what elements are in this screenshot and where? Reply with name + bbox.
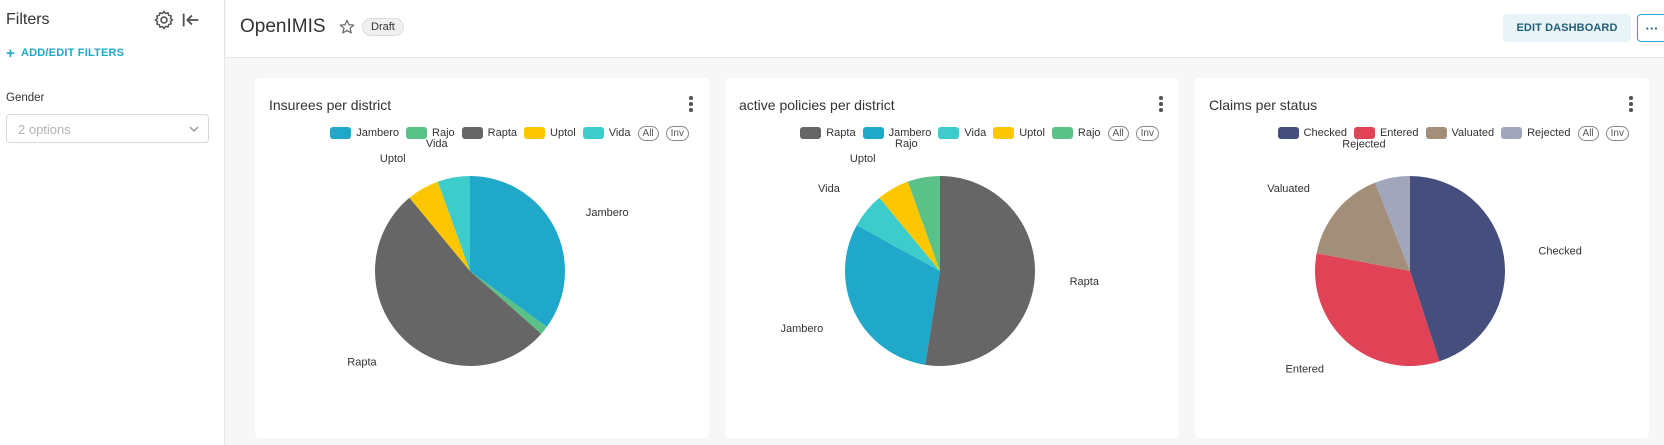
dashboard-header: OpenIMIS Draft EDIT DASHBOARD ···: [226, 0, 1664, 58]
dashboard-title: OpenIMIS: [240, 16, 326, 37]
pie-label-vida: Vida: [818, 183, 841, 195]
filter-sidebar: Filters + ADD/EDIT FILTERS Gender 2 opti…: [0, 0, 225, 445]
add-edit-filters-button[interactable]: + ADD/EDIT FILTERS: [6, 44, 125, 62]
edit-dashboard-button[interactable]: EDIT DASHBOARD: [1503, 14, 1631, 42]
gender-filter-placeholder: 2 options: [18, 122, 71, 137]
pie-chart: Jambero Rapta Uptol Vida: [347, 138, 629, 369]
pie-label-uptol: Uptol: [380, 153, 406, 165]
sidebar-title: Filters: [6, 11, 50, 28]
pie-label-rapta: Rapta: [347, 356, 377, 368]
pie-chart: Rapta Jambero Vida Uptol Rajo: [780, 138, 1100, 366]
gender-filter-select[interactable]: 2 options: [6, 114, 209, 143]
gender-filter-label: Gender: [6, 92, 45, 104]
pie-label-rapta: Rapta: [1070, 276, 1100, 288]
pie-label-uptol: Uptol: [850, 153, 876, 165]
status-badge: Draft: [362, 18, 404, 36]
pie-slice-rapta[interactable]: [925, 176, 1035, 366]
plus-icon: +: [6, 44, 15, 62]
pie-label-jambero: Jambero: [780, 323, 823, 335]
add-edit-filters-label: ADD/EDIT FILTERS: [20, 47, 125, 59]
chart-card-insurees: Insurees per district Jambero Rajo Rapta Up…: [255, 78, 709, 438]
pie-label-entered: Entered: [1285, 364, 1324, 376]
chart-card-claims: Claims per status Checked Entered Valuated…: [1195, 78, 1649, 438]
pie-label-checked: Checked: [1538, 246, 1581, 258]
collapse-sidebar-icon[interactable]: [180, 9, 202, 31]
gear-icon[interactable]: [153, 9, 175, 31]
more-options-button[interactable]: ···: [1637, 14, 1664, 42]
pie-label-rajo: Rajo: [895, 138, 918, 150]
pie-chart: Checked Entered Valuated Rejected: [1267, 138, 1582, 376]
pie-label-vida: Vida: [426, 138, 449, 150]
star-icon[interactable]: [338, 18, 356, 36]
pie-label-jambero: Jambero: [586, 207, 629, 219]
chevron-down-icon: [189, 126, 199, 132]
pie-label-rejected: Rejected: [1342, 138, 1385, 150]
chart-card-policies: active policies per district Rapta Jamber…: [725, 78, 1179, 438]
pie-label-valuated: Valuated: [1267, 183, 1310, 195]
